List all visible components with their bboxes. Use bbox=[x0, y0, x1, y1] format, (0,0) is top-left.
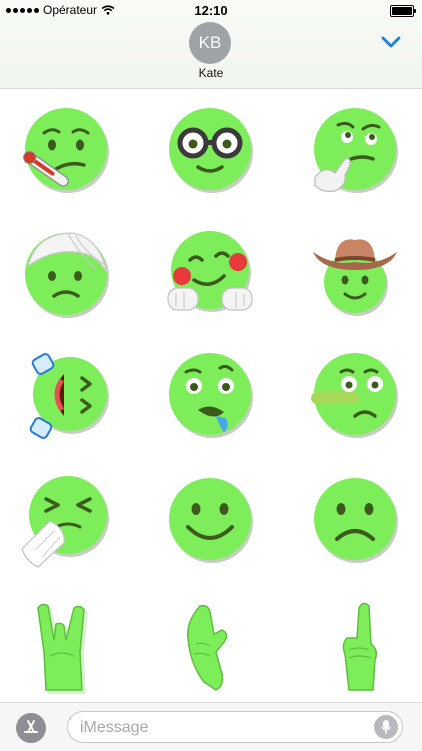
hugging-face-icon bbox=[167, 231, 253, 312]
avatar-initials: KB bbox=[198, 33, 222, 52]
sticker-sick-thermometer[interactable] bbox=[16, 99, 116, 199]
sticker-rock-on-hand[interactable] bbox=[16, 594, 116, 694]
sticker-pointing-up-hand[interactable] bbox=[305, 594, 405, 694]
sticker-frowning[interactable] bbox=[305, 469, 405, 569]
sticker-lying[interactable] bbox=[305, 344, 405, 444]
contact-name[interactable]: Kate bbox=[0, 66, 422, 80]
message-composer-bar: iMessage bbox=[0, 702, 422, 751]
sticker-grid bbox=[0, 89, 422, 701]
cowboy-hat-face-icon bbox=[313, 239, 397, 316]
rolling-laughing-face-icon bbox=[29, 353, 109, 439]
drooling-face-icon bbox=[169, 353, 253, 438]
rock-on-hand-icon bbox=[37, 603, 88, 694]
message-input[interactable]: iMessage bbox=[67, 711, 403, 743]
sticker-cowboy[interactable] bbox=[305, 224, 405, 324]
status-bar: Opérateur 12:10 bbox=[0, 0, 422, 20]
smiling-face-icon bbox=[169, 478, 253, 563]
app-store-icon[interactable] bbox=[16, 713, 46, 743]
battery-icon bbox=[390, 5, 416, 17]
lying-face-icon bbox=[311, 353, 398, 438]
contact-avatar[interactable]: KB bbox=[189, 22, 231, 64]
frowning-face-icon bbox=[314, 478, 398, 563]
sticker-smiling[interactable] bbox=[160, 469, 260, 569]
head-bandage-face-icon bbox=[25, 232, 109, 318]
sticker-hugging[interactable] bbox=[160, 224, 260, 324]
message-placeholder: iMessage bbox=[80, 719, 149, 736]
pointing-up-hand-icon bbox=[342, 602, 378, 691]
sticker-rolling-laughing[interactable] bbox=[16, 344, 116, 444]
sticker-call-me-hand[interactable] bbox=[160, 594, 260, 694]
sticker-sneezing[interactable] bbox=[16, 469, 116, 569]
thinking-face-icon bbox=[314, 108, 398, 193]
sticker-thinking[interactable] bbox=[305, 99, 405, 199]
nerd-glasses-face-icon bbox=[169, 108, 253, 193]
clock-time: 12:10 bbox=[194, 3, 228, 18]
sneezing-face-icon bbox=[21, 476, 109, 568]
sticker-head-bandage[interactable] bbox=[16, 224, 116, 324]
sick-thermometer-face-icon bbox=[23, 108, 109, 193]
sticker-drooling[interactable] bbox=[160, 344, 260, 444]
call-me-hand-icon bbox=[187, 604, 228, 691]
chevron-down-icon[interactable] bbox=[380, 34, 402, 50]
microphone-icon[interactable] bbox=[374, 715, 398, 739]
sticker-nerd-glasses[interactable] bbox=[160, 99, 260, 199]
